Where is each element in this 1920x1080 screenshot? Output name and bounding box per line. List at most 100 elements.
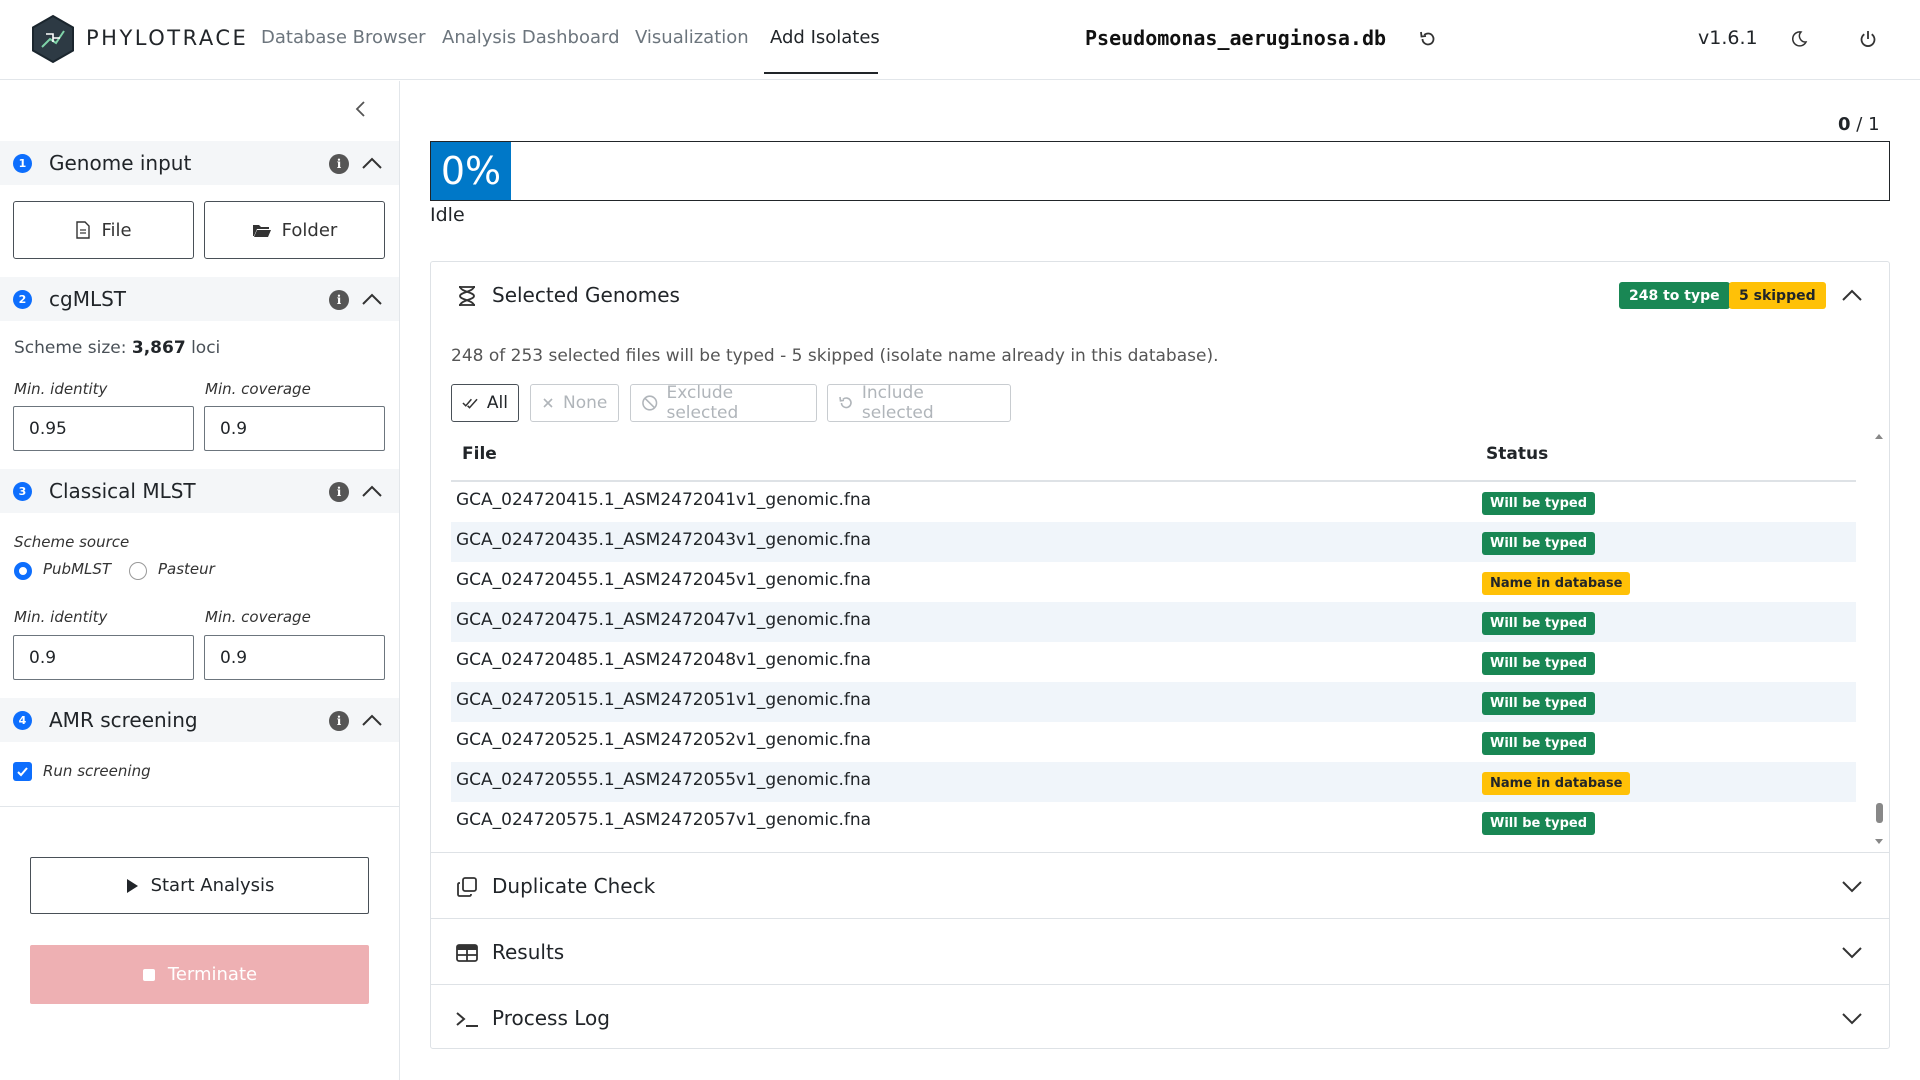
terminate-button[interactable]: Terminate	[30, 945, 369, 1004]
table-row[interactable]: GCA_024720435.1_ASM2472043v1_genomic.fna…	[451, 522, 1856, 562]
mlst-min-coverage-input[interactable]: 0.9	[204, 635, 385, 680]
scroll-down-arrow-icon[interactable]	[1875, 839, 1883, 844]
status-badge: Will be typed	[1482, 652, 1595, 675]
run-screening-checkbox[interactable]	[13, 762, 32, 781]
min-identity-label: Min. identity	[14, 380, 108, 398]
step-number: 1	[13, 154, 32, 173]
file-name-cell: GCA_024720475.1_ASM2472047v1_genomic.fna	[456, 610, 872, 630]
scheme-size-unit: loci	[191, 338, 221, 358]
table-row[interactable]: GCA_024720475.1_ASM2472047v1_genomic.fna…	[451, 602, 1856, 642]
chevron-up-icon[interactable]	[360, 153, 384, 173]
chevron-up-icon[interactable]	[1839, 282, 1865, 308]
done-count: 0	[1838, 114, 1851, 135]
table-scrollbar-thumb[interactable]	[1876, 803, 1883, 823]
genome-input-header[interactable]: 1 Genome input i	[0, 141, 399, 185]
file-name-cell: GCA_024720435.1_ASM2472043v1_genomic.fna	[456, 530, 872, 550]
active-tab-indicator	[764, 72, 878, 74]
progress-status: Idle	[430, 204, 465, 226]
chevron-up-icon[interactable]	[360, 289, 384, 309]
info-icon[interactable]: i	[329, 154, 349, 174]
status-badge: Will be typed	[1482, 532, 1595, 555]
chevron-up-icon[interactable]	[360, 481, 384, 501]
results-header[interactable]: Results	[431, 919, 1889, 985]
min-identity-label: Min. identity	[14, 608, 108, 626]
genome-table: File Status GCA_024720415.1_ASM2472041v1…	[451, 432, 1856, 852]
table-row[interactable]: GCA_024720515.1_ASM2472051v1_genomic.fna…	[451, 682, 1856, 722]
tab-add-isolates[interactable]: Add Isolates	[770, 27, 880, 48]
progress-fill: 0%	[431, 142, 511, 200]
radio-pasteur[interactable]	[129, 562, 147, 580]
table-row[interactable]: GCA_024720485.1_ASM2472048v1_genomic.fna…	[451, 642, 1856, 682]
status-badge: Will be typed	[1482, 612, 1595, 635]
skipped-badge: 5 skipped	[1729, 282, 1826, 309]
folder-button-label: Folder	[281, 219, 338, 241]
x-icon	[543, 398, 553, 408]
process-log-header[interactable]: Process Log	[431, 985, 1889, 1051]
folder-button[interactable]: Folder	[204, 201, 385, 259]
file-name-cell: GCA_024720455.1_ASM2472045v1_genomic.fna	[456, 570, 872, 590]
total-count: 1	[1868, 114, 1880, 135]
column-header-status: Status	[1486, 444, 1549, 464]
file-button[interactable]: File	[13, 201, 194, 259]
chevron-down-icon[interactable]	[1839, 1005, 1865, 1031]
status-badge: Will be typed	[1482, 492, 1595, 515]
duplicate-check-header[interactable]: Duplicate Check	[431, 853, 1889, 919]
select-all-button[interactable]: All	[451, 384, 519, 422]
info-icon[interactable]: i	[329, 482, 349, 502]
start-analysis-button[interactable]: Start Analysis	[30, 857, 369, 914]
counter-separator: /	[1856, 114, 1863, 135]
table-icon	[455, 941, 479, 965]
include-selected-button[interactable]: Include selected	[827, 383, 1011, 423]
sidebar: 1 Genome input i File Folder 2 cgMLST i …	[0, 81, 400, 1080]
table-row[interactable]: GCA_024720575.1_ASM2472057v1_genomic.fna…	[451, 802, 1856, 842]
info-icon[interactable]: i	[329, 711, 349, 731]
amr-screening-header[interactable]: 4 AMR screening i	[0, 698, 399, 742]
file-name-cell: GCA_024720525.1_ASM2472052v1_genomic.fna	[456, 730, 872, 750]
terminate-label: Terminate	[167, 964, 258, 985]
tab-visualization[interactable]: Visualization	[635, 27, 749, 48]
file-icon	[76, 221, 91, 239]
exclude-selected-label: Exclude selected	[666, 383, 739, 423]
tab-analysis-dashboard[interactable]: Analysis Dashboard	[442, 27, 620, 48]
copy-icon	[455, 875, 479, 899]
collapse-sidebar-icon[interactable]	[350, 98, 372, 120]
cgmlst-header[interactable]: 2 cgMLST i	[0, 277, 399, 321]
chevron-down-icon[interactable]	[1839, 873, 1865, 899]
radio-pubmlst[interactable]	[14, 562, 32, 580]
check-all-icon	[462, 398, 478, 409]
mlst-min-identity-input[interactable]: 0.9	[13, 635, 194, 680]
cgmlst-min-coverage-input[interactable]: 0.9	[204, 406, 385, 451]
info-icon[interactable]: i	[329, 290, 349, 310]
phylotrace-logo	[32, 14, 74, 64]
exclude-selected-button[interactable]: Exclude selected	[630, 383, 817, 423]
classical-mlst-header[interactable]: 3 Classical MLST i	[0, 469, 399, 513]
chevron-up-icon[interactable]	[360, 710, 384, 730]
selected-genomes-title: Selected Genomes	[492, 283, 680, 307]
table-row[interactable]: GCA_024720455.1_ASM2472045v1_genomic.fna…	[451, 562, 1856, 602]
scroll-up-arrow-icon[interactable]	[1875, 434, 1883, 439]
step-number: 3	[13, 482, 32, 501]
table-row[interactable]: GCA_024720525.1_ASM2472052v1_genomic.fna…	[451, 722, 1856, 762]
include-selected-label: Include selected	[861, 383, 934, 423]
progress-counter: 0 / 1	[1838, 114, 1880, 135]
radio-pasteur-label: Pasteur	[158, 560, 215, 578]
start-analysis-label: Start Analysis	[150, 875, 275, 896]
cgmlst-min-identity-input[interactable]: 0.95	[13, 406, 194, 451]
moon-icon[interactable]	[1786, 26, 1812, 52]
section-title: Genome input	[49, 151, 192, 175]
power-icon[interactable]	[1855, 26, 1881, 52]
file-button-label: File	[101, 219, 132, 241]
selected-genomes-header[interactable]: Selected Genomes 248 to type 5 skipped	[431, 262, 1889, 328]
play-icon	[126, 878, 138, 893]
check-icon	[17, 767, 28, 777]
tab-database-browser[interactable]: Database Browser	[261, 27, 426, 48]
table-row[interactable]: GCA_024720415.1_ASM2472041v1_genomic.fna…	[451, 482, 1856, 522]
duplicate-check-title: Duplicate Check	[492, 874, 656, 898]
process-log-title: Process Log	[492, 1006, 610, 1030]
chevron-down-icon[interactable]	[1839, 939, 1865, 965]
min-coverage-label: Min. coverage	[205, 608, 311, 626]
section-title: cgMLST	[49, 287, 127, 311]
select-none-button[interactable]: None	[530, 384, 619, 422]
reload-icon[interactable]	[1415, 26, 1441, 52]
table-row[interactable]: GCA_024720555.1_ASM2472055v1_genomic.fna…	[451, 762, 1856, 802]
